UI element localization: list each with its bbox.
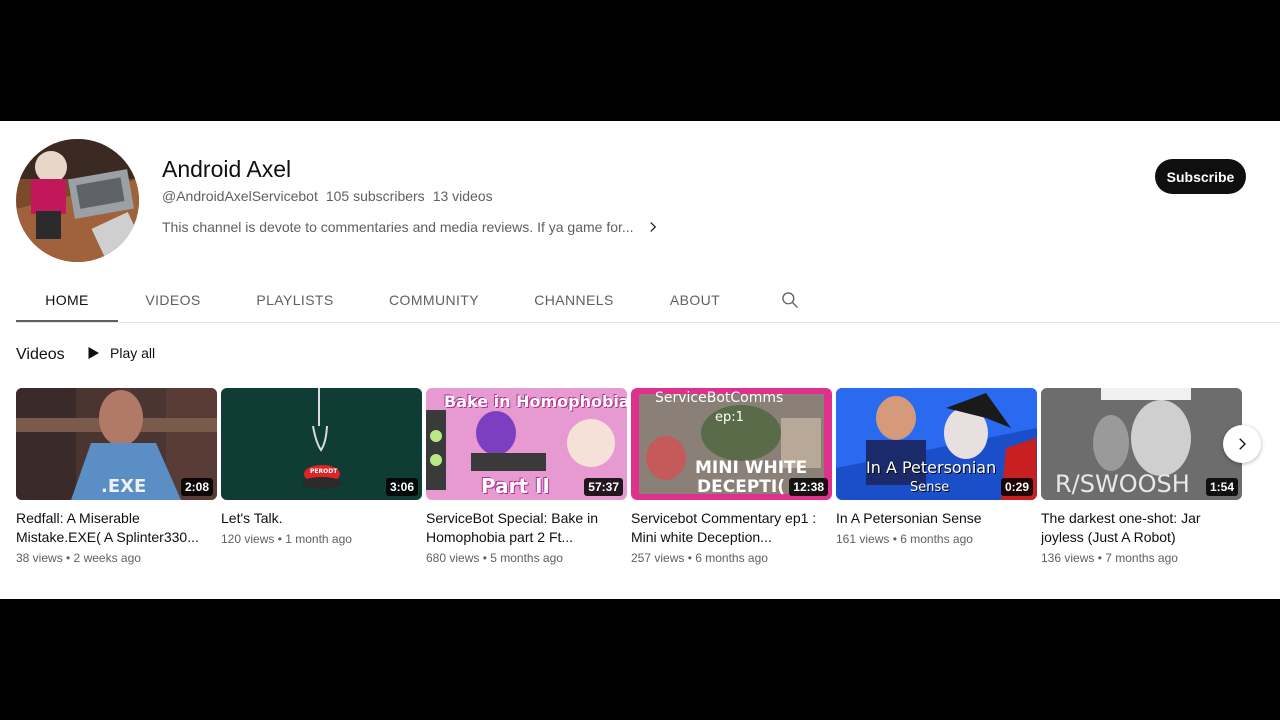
letterbox-bottom (0, 599, 1280, 720)
play-all-button[interactable]: Play all (84, 344, 155, 362)
thumbnail-text: .EXE (101, 476, 147, 497)
video-card[interactable]: R/SWOOSH 1:54 The darkest one-shot: Jar … (1041, 388, 1242, 565)
video-count: 13 videos (432, 188, 493, 204)
video-meta: 257 views • 6 months ago (631, 551, 768, 565)
video-card[interactable]: Bake in Homophobia Part II 57:37 Service… (426, 388, 627, 565)
video-meta: 120 views • 1 month ago (221, 532, 352, 546)
tab-channels[interactable]: CHANNELS (506, 279, 642, 323)
subscribe-button[interactable]: Subscribe (1155, 159, 1246, 194)
thumbnail-text: Part II (481, 474, 550, 498)
shelf-next-button[interactable] (1223, 425, 1261, 463)
subscriber-count: 105 subscribers (325, 188, 425, 204)
video-card[interactable]: PERODT 3:06 Let's Talk. 120 views • 1 mo… (221, 388, 422, 546)
video-thumbnail[interactable]: In A Petersonian Sense 0:29 (836, 388, 1037, 500)
video-thumbnail[interactable]: R/SWOOSH 1:54 (1041, 388, 1242, 500)
chevron-right-icon (1239, 438, 1246, 450)
tabs-divider (16, 322, 1280, 323)
section-title: Videos (16, 346, 65, 363)
video-duration: 12:38 (789, 478, 828, 496)
thumbnail-text: DECEPTI( (697, 477, 785, 497)
video-title[interactable]: Let's Talk. (221, 509, 422, 528)
video-card[interactable]: .EXE 2:08 Redfall: A Miserable Mistake.E… (16, 388, 217, 565)
tab-community[interactable]: COMMUNITY (362, 279, 506, 323)
video-meta: 136 views • 7 months ago (1041, 551, 1178, 565)
thumbnail-text: MINI WHITE (695, 458, 808, 478)
video-title[interactable]: The darkest one-shot: Jar joyless (Just … (1041, 509, 1242, 547)
play-icon (88, 347, 99, 359)
thumbnail-text: ServiceBotComms (655, 390, 784, 406)
video-duration: 0:29 (1000, 478, 1033, 496)
thumbnail-text: In A Petersonian (866, 458, 997, 477)
thumbnail-text: Bake in Homophobia (444, 392, 627, 411)
thumbnail-text: PERODT (310, 468, 338, 475)
channel-description[interactable]: This channel is devote to commentaries a… (162, 218, 662, 236)
video-title[interactable]: Redfall: A Miserable Mistake.EXE( A Spli… (16, 509, 217, 547)
video-meta: 161 views • 6 months ago (836, 532, 973, 546)
search-icon[interactable] (780, 290, 800, 310)
thumbnail-text: ep:1 (715, 410, 744, 425)
video-title[interactable]: ServiceBot Special: Bake in Homophobia p… (426, 509, 627, 547)
thumbnail-text: Sense (910, 480, 950, 495)
video-card[interactable]: In A Petersonian Sense 0:29 In A Peterso… (836, 388, 1037, 546)
video-duration: 1:54 (1205, 478, 1238, 496)
channel-description-text: This channel is devote to commentaries a… (162, 219, 634, 235)
chevron-right-icon (649, 222, 656, 232)
video-thumbnail[interactable]: ServiceBotComms ep:1 MINI WHITE DECEPTI(… (631, 388, 832, 500)
channel-avatar[interactable] (16, 139, 139, 262)
video-duration: 3:06 (385, 478, 418, 496)
tab-home[interactable]: HOME (16, 279, 118, 323)
video-thumbnail[interactable]: PERODT 3:06 (221, 388, 422, 500)
channel-tabs: HOME VIDEOS PLAYLISTS COMMUNITY CHANNELS… (16, 279, 748, 323)
tab-about[interactable]: ABOUT (642, 279, 748, 323)
video-meta: 680 views • 5 months ago (426, 551, 563, 565)
channel-name: Android Axel (162, 156, 292, 182)
video-thumbnail[interactable]: Bake in Homophobia Part II 57:37 (426, 388, 627, 500)
video-duration: 57:37 (584, 478, 623, 496)
video-card[interactable]: ServiceBotComms ep:1 MINI WHITE DECEPTI(… (631, 388, 832, 565)
channel-meta: @AndroidAxelServicebot 105 subscribers 1… (162, 188, 493, 204)
thumbnail-text: R/SWOOSH (1055, 470, 1190, 498)
letterbox-top (0, 0, 1280, 121)
video-title[interactable]: In A Petersonian Sense (836, 509, 1037, 528)
channel-handle: @AndroidAxelServicebot (162, 188, 318, 204)
tab-playlists[interactable]: PLAYLISTS (228, 279, 362, 323)
video-title[interactable]: Servicebot Commentary ep1 : Mini white D… (631, 509, 832, 547)
play-all-label: Play all (110, 345, 156, 361)
video-thumbnail[interactable]: .EXE 2:08 (16, 388, 217, 500)
video-meta: 38 views • 2 weeks ago (16, 551, 141, 565)
tab-videos[interactable]: VIDEOS (118, 279, 228, 323)
video-duration: 2:08 (180, 478, 213, 496)
channel-page: Android Axel @AndroidAxelServicebot 105 … (0, 121, 1280, 599)
